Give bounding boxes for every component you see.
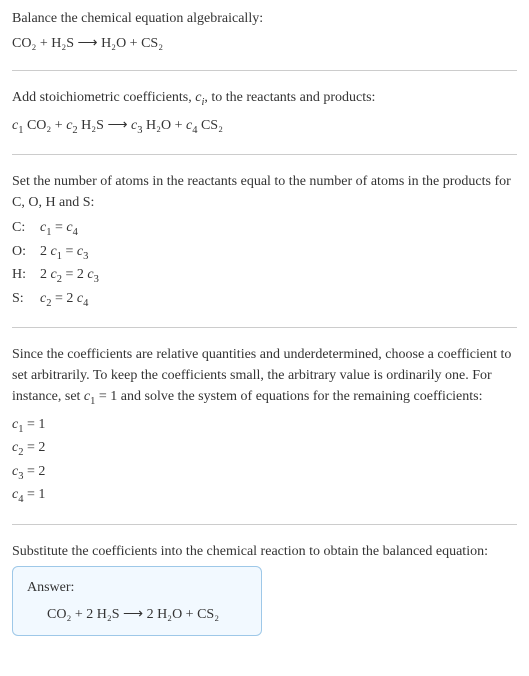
solution-list: c1 = 1 c2 = 2 c3 = 2 c4 = 1 [12, 414, 517, 508]
species: CO₂ + [23, 118, 66, 133]
section-solve: Since the coefficients are relative quan… [12, 344, 517, 525]
val: = 1 [23, 487, 45, 502]
element-label: O: [12, 241, 40, 265]
add-coeffs-text: Add stoichiometric coefficients, ci, to … [12, 87, 517, 111]
atom-row: C: c1 = c4 [12, 217, 517, 241]
atom-eq: c2 = 2 c4 [40, 288, 88, 312]
num: 2 [66, 291, 77, 306]
section-atom-balance: Set the number of atoms in the reactants… [12, 171, 517, 328]
eq-sign: = [62, 244, 77, 259]
element-label: C: [12, 217, 40, 241]
species: H₂S ⟶ [78, 118, 131, 133]
sub: 3 [94, 274, 99, 285]
atom-eq: 2 c2 = 2 c3 [40, 264, 99, 288]
element-label: H: [12, 264, 40, 288]
atom-eq: c1 = c4 [40, 217, 78, 241]
val: = 2 [23, 440, 45, 455]
coeff-equation: c1 CO₂ + c2 H₂S ⟶ c3 H₂O + c4 CS₂ [12, 115, 517, 139]
num: 2 [40, 267, 51, 282]
text-part: Add stoichiometric coefficients, [12, 90, 195, 105]
element-label: S: [12, 288, 40, 312]
text-part: , to the reactants and products: [204, 90, 375, 105]
sub: 3 [83, 250, 88, 261]
solution-line: c4 = 1 [12, 484, 517, 508]
text-part: = 1 and solve the system of equations fo… [95, 389, 482, 404]
eq-sign: = [51, 291, 66, 306]
num: 2 [40, 244, 51, 259]
section-answer: Substitute the coefficients into the che… [12, 541, 517, 652]
answer-box: Answer: CO₂ + 2 H₂S ⟶ 2 H₂O + CS₂ [12, 566, 262, 636]
species: H₂O + [143, 118, 187, 133]
eq-sign: = [62, 267, 77, 282]
balanced-equation: CO₂ + 2 H₂S ⟶ 2 H₂O + CS₂ [27, 604, 247, 625]
sub: 4 [83, 298, 88, 309]
atom-eq: 2 c1 = c3 [40, 241, 88, 265]
num: 2 [77, 267, 88, 282]
atom-row: S: c2 = 2 c4 [12, 288, 517, 312]
atom-balance-title: Set the number of atoms in the reactants… [12, 171, 517, 213]
problem-title: Balance the chemical equation algebraica… [12, 8, 517, 29]
solution-line: c1 = 1 [12, 414, 517, 438]
unbalanced-equation: CO₂ + H₂S ⟶ H₂O + CS₂ [12, 33, 517, 54]
eq-sign: = [51, 220, 66, 235]
solve-text: Since the coefficients are relative quan… [12, 344, 517, 410]
section-add-coeffs: Add stoichiometric coefficients, ci, to … [12, 87, 517, 155]
atom-row: O: 2 c1 = c3 [12, 241, 517, 265]
solution-line: c2 = 2 [12, 437, 517, 461]
section-problem: Balance the chemical equation algebraica… [12, 8, 517, 71]
solution-line: c3 = 2 [12, 461, 517, 485]
species: CS₂ [197, 118, 223, 133]
val: = 1 [23, 417, 45, 432]
atom-row: H: 2 c2 = 2 c3 [12, 264, 517, 288]
answer-label: Answer: [27, 577, 247, 598]
atom-equations: C: c1 = c4 O: 2 c1 = c3 H: 2 c2 = 2 c3 S… [12, 217, 517, 311]
substitute-text: Substitute the coefficients into the che… [12, 541, 517, 562]
val: = 2 [23, 464, 45, 479]
sub: 4 [73, 227, 78, 238]
